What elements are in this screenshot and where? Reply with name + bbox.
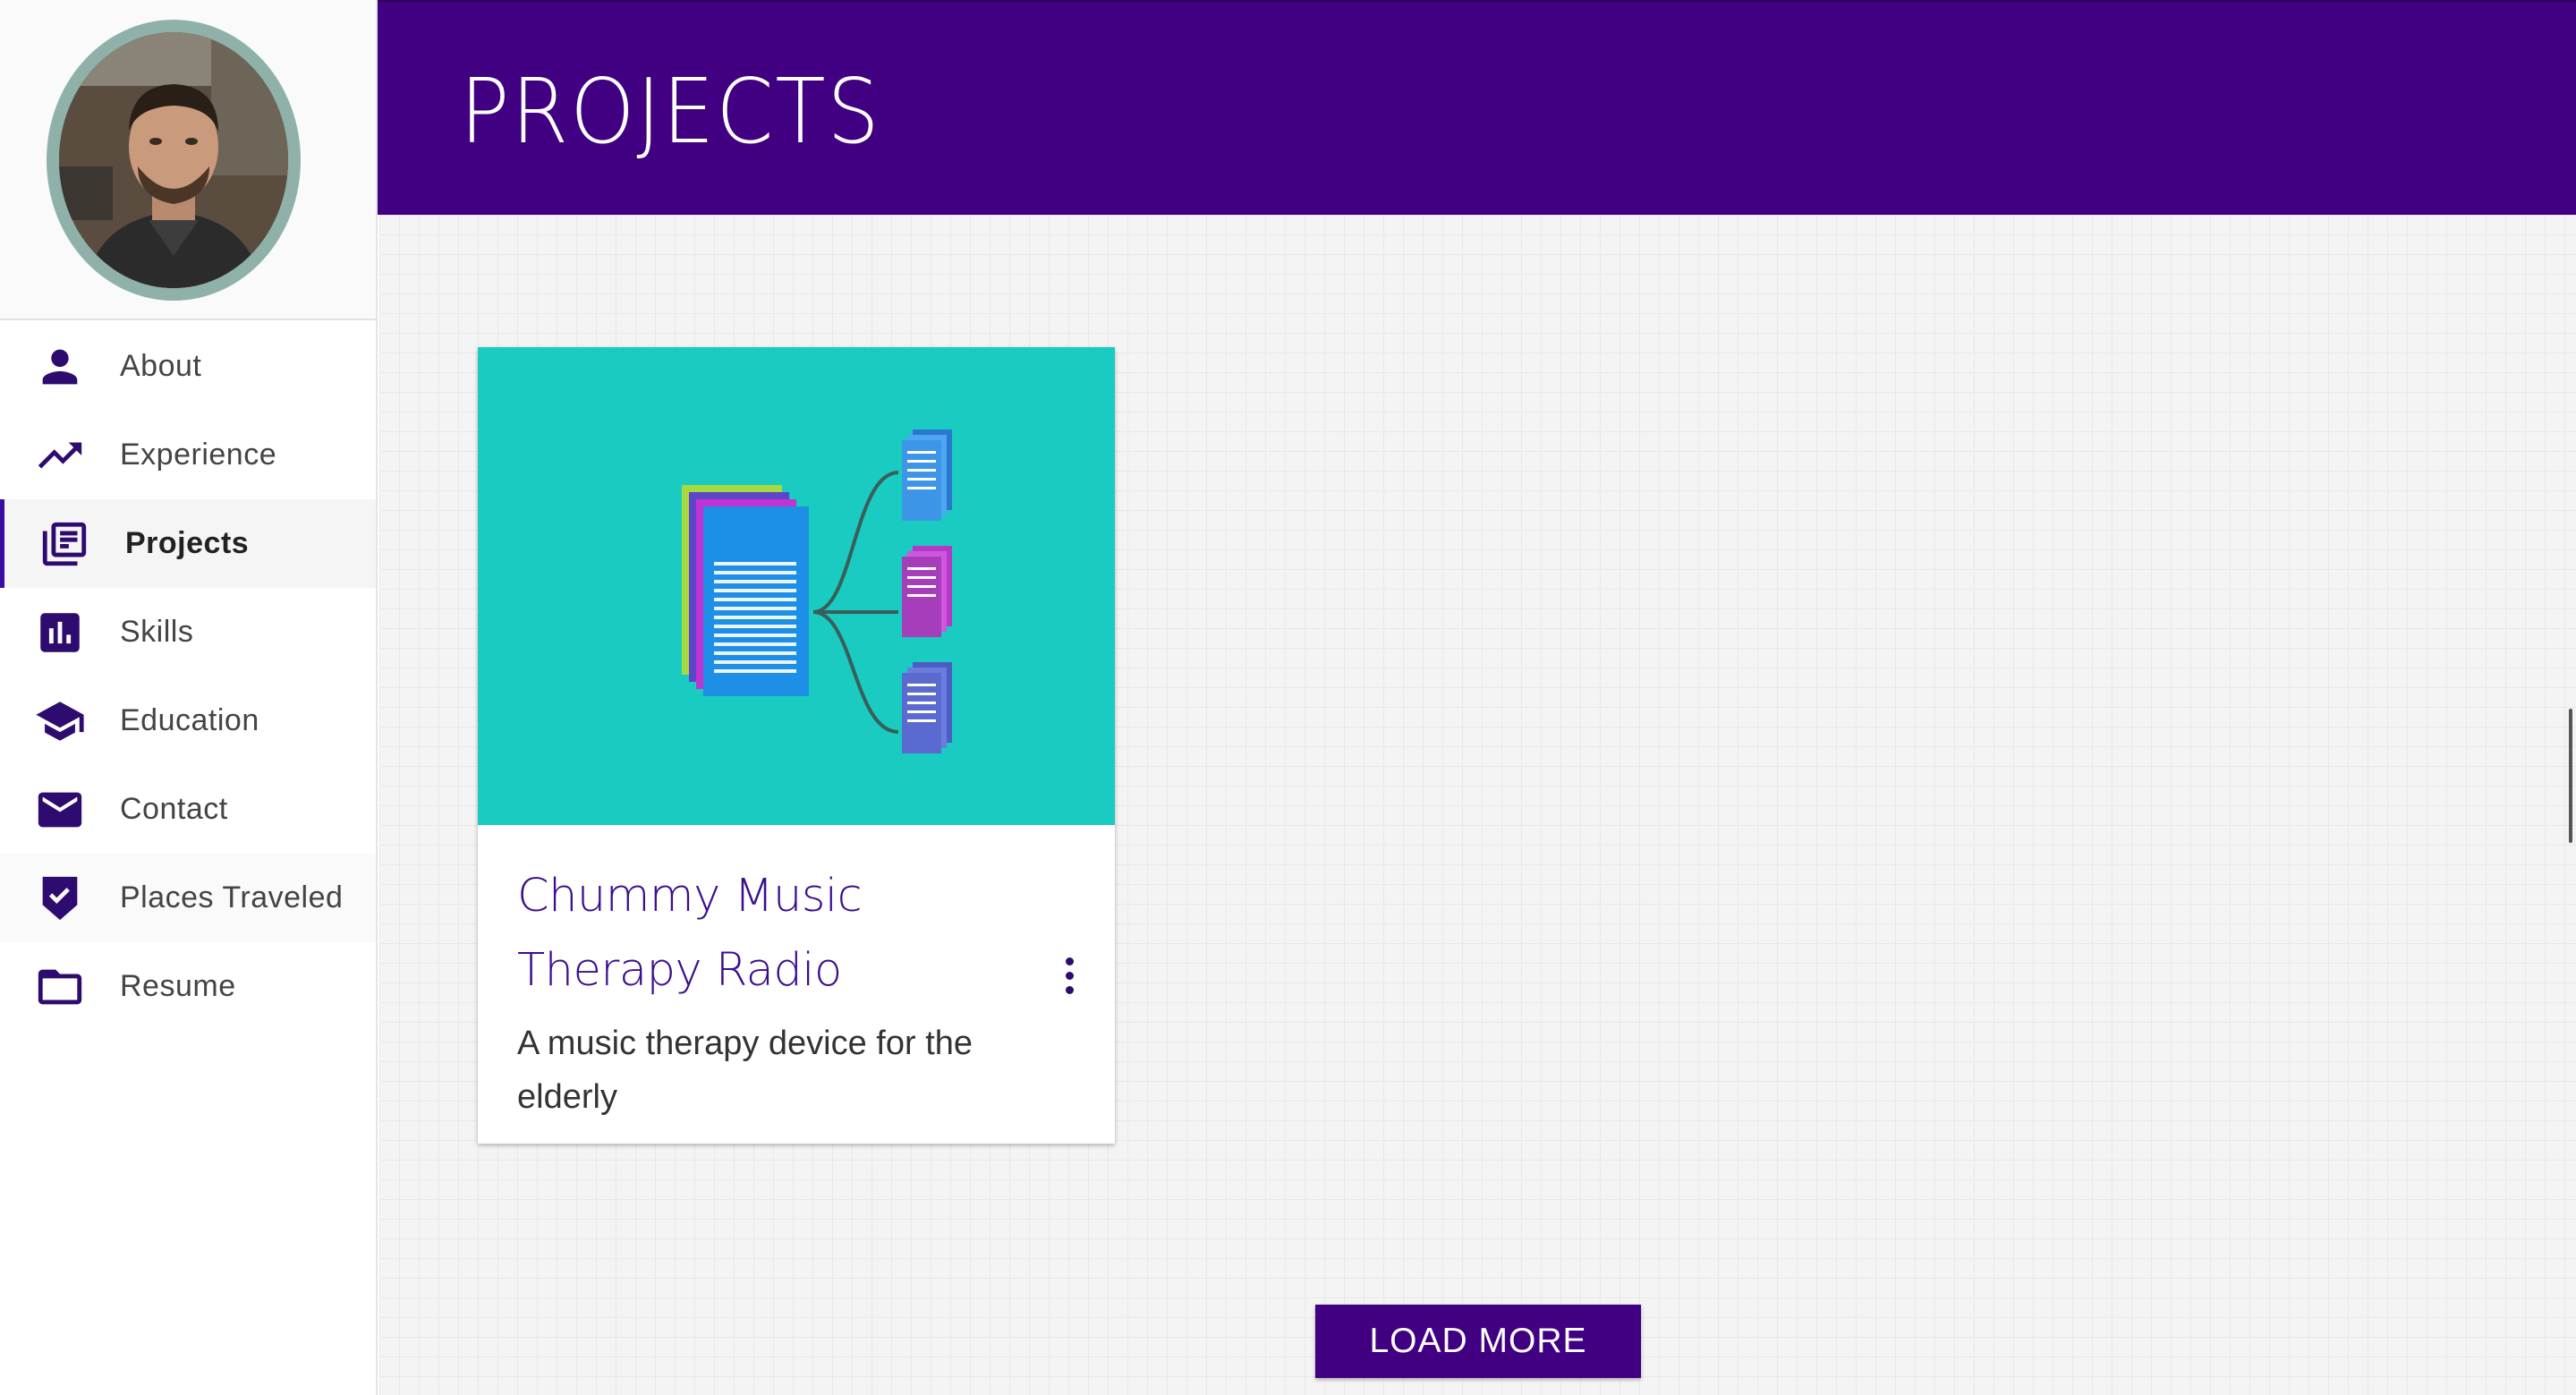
avatar-photo [59,32,288,288]
sidebar-item-contact[interactable]: Contact [0,765,376,854]
project-card-description: A music therapy device for the elderly [517,1025,973,1116]
sidebar-item-places-traveled[interactable]: Places Traveled [0,854,376,942]
scrollbar-thumb[interactable] [2569,709,2572,843]
sidebar-item-about[interactable]: About [0,322,376,411]
sidebar-item-resume[interactable]: Resume [0,942,376,1031]
sidebar-item-education[interactable]: Education [0,676,376,765]
load-more-button[interactable]: LOAD MORE [1315,1305,1641,1378]
folder-icon [32,959,88,1015]
projects-content: Chummy Music Therapy Radio A music thera… [379,215,2576,1395]
sidebar-item-label: Education [120,703,259,737]
avatar [47,20,301,301]
sidebar-item-label: Skills [120,615,194,649]
sidebar-item-label: Resume [120,969,236,1003]
sidebar-item-experience[interactable]: Experience [0,411,376,499]
sidebar-item-label: Projects [125,526,250,560]
sidebar-item-label: About [120,349,202,383]
project-card-title[interactable]: Chummy Music Therapy Radio [517,859,1018,1008]
project-card[interactable]: Chummy Music Therapy Radio A music thera… [478,347,1115,1144]
trending-up-icon [32,428,88,483]
person-icon [32,339,88,395]
sidebar-item-skills[interactable]: Skills [0,588,376,676]
sidebar-item-label: Contact [120,792,228,826]
page-title: PROJECTS [460,59,881,164]
sidebar-item-label: Places Traveled [120,880,344,914]
sidebar-item-projects[interactable]: Projects [0,499,376,588]
profile-header [0,0,376,320]
mail-icon [32,782,88,838]
sidebar-nav: About Experience Projects Skills Educati… [0,320,376,1031]
project-card-media [478,347,1115,825]
more-vert-icon[interactable] [1058,957,1081,1000]
verified-check-icon [32,871,88,926]
school-icon [32,693,88,749]
document-clustering-illustration [682,430,952,753]
sidebar-item-label: Experience [120,438,277,472]
bar-chart-icon [32,605,88,660]
library-books-icon [37,516,92,572]
page-header: PROJECTS [378,0,2576,215]
sidebar: About Experience Projects Skills Educati… [0,0,378,1395]
page: About Experience Projects Skills Educati… [0,0,2576,1395]
